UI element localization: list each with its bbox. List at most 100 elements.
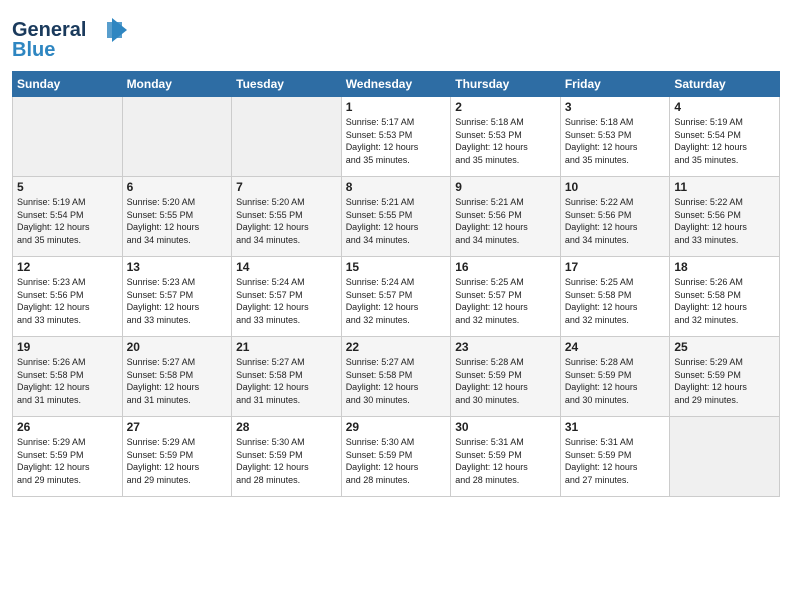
calendar-cell (232, 97, 342, 177)
day-info: Sunrise: 5:25 AM Sunset: 5:57 PM Dayligh… (455, 276, 556, 326)
day-info: Sunrise: 5:22 AM Sunset: 5:56 PM Dayligh… (674, 196, 775, 246)
day-info: Sunrise: 5:29 AM Sunset: 5:59 PM Dayligh… (674, 356, 775, 406)
header-row: SundayMondayTuesdayWednesdayThursdayFrid… (13, 72, 780, 97)
day-number: 14 (236, 260, 337, 274)
calendar-cell: 2 Sunrise: 5:18 AM Sunset: 5:53 PM Daylig… (451, 97, 561, 177)
calendar-cell (670, 417, 780, 497)
calendar-cell: 17 Sunrise: 5:25 AM Sunset: 5:58 PM Dayli… (560, 257, 670, 337)
day-number: 24 (565, 340, 666, 354)
calendar-week-row: 5Sunrise: 5:19 AM Sunset: 5:54 PM Daylig… (13, 177, 780, 257)
day-number: 7 (236, 180, 337, 194)
header-day: Monday (122, 72, 232, 97)
calendar-cell: 13Sunrise: 5:23 AM Sunset: 5:57 PM Dayli… (122, 257, 232, 337)
svg-text:Blue: Blue (12, 39, 55, 58)
calendar-cell: 16 Sunrise: 5:25 AM Sunset: 5:57 PM Dayli… (451, 257, 561, 337)
day-info: Sunrise: 5:20 AM Sunset: 5:55 PM Dayligh… (236, 196, 337, 246)
day-info: Sunrise: 5:18 AM Sunset: 5:53 PM Dayligh… (565, 116, 666, 166)
calendar-cell: 9Sunrise: 5:21 AM Sunset: 5:56 PM Daylig… (451, 177, 561, 257)
day-info: Sunrise: 5:26 AM Sunset: 5:58 PM Dayligh… (17, 356, 118, 406)
day-info: Sunrise: 5:19 AM Sunset: 5:54 PM Dayligh… (17, 196, 118, 246)
calendar-cell: 8 Sunrise: 5:21 AM Sunset: 5:55 PM Daylig… (341, 177, 451, 257)
calendar-cell: 23 Sunrise: 5:28 AM Sunset: 5:59 PM Dayli… (451, 337, 561, 417)
svg-text:General: General (12, 19, 86, 41)
logo-text: General Blue (12, 14, 132, 63)
day-info: Sunrise: 5:23 AM Sunset: 5:56 PM Dayligh… (17, 276, 118, 326)
day-info: Sunrise: 5:30 AM Sunset: 5:59 PM Dayligh… (236, 436, 337, 486)
day-number: 31 (565, 420, 666, 434)
calendar-week-row: 12Sunrise: 5:23 AM Sunset: 5:56 PM Dayli… (13, 257, 780, 337)
calendar-cell: 12Sunrise: 5:23 AM Sunset: 5:56 PM Dayli… (13, 257, 123, 337)
day-number: 30 (455, 420, 556, 434)
calendar-container: General Blue SundayMondayTuesdayWednesda… (0, 0, 792, 612)
header-day: Saturday (670, 72, 780, 97)
calendar-cell: 19 Sunrise: 5:26 AM Sunset: 5:58 PM Dayli… (13, 337, 123, 417)
day-info: Sunrise: 5:28 AM Sunset: 5:59 PM Dayligh… (565, 356, 666, 406)
calendar-cell: 10Sunrise: 5:22 AM Sunset: 5:56 PM Dayli… (560, 177, 670, 257)
calendar-cell: 28 Sunrise: 5:30 AM Sunset: 5:59 PM Dayli… (232, 417, 342, 497)
day-number: 27 (127, 420, 228, 434)
calendar-cell: 27 Sunrise: 5:29 AM Sunset: 5:59 PM Dayli… (122, 417, 232, 497)
day-info: Sunrise: 5:29 AM Sunset: 5:59 PM Dayligh… (127, 436, 228, 486)
day-number: 2 (455, 100, 556, 114)
day-number: 8 (346, 180, 447, 194)
calendar-cell: 21 Sunrise: 5:27 AM Sunset: 5:58 PM Dayli… (232, 337, 342, 417)
calendar-cell: 4 Sunrise: 5:19 AM Sunset: 5:54 PM Daylig… (670, 97, 780, 177)
day-info: Sunrise: 5:29 AM Sunset: 5:59 PM Dayligh… (17, 436, 118, 486)
day-info: Sunrise: 5:28 AM Sunset: 5:59 PM Dayligh… (455, 356, 556, 406)
day-number: 17 (565, 260, 666, 274)
header-day: Sunday (13, 72, 123, 97)
day-number: 15 (346, 260, 447, 274)
day-number: 18 (674, 260, 775, 274)
calendar-cell: 18 Sunrise: 5:26 AM Sunset: 5:58 PM Dayli… (670, 257, 780, 337)
calendar-cell: 11Sunrise: 5:22 AM Sunset: 5:56 PM Dayli… (670, 177, 780, 257)
day-info: Sunrise: 5:23 AM Sunset: 5:57 PM Dayligh… (127, 276, 228, 326)
day-number: 21 (236, 340, 337, 354)
day-info: Sunrise: 5:25 AM Sunset: 5:58 PM Dayligh… (565, 276, 666, 326)
day-info: Sunrise: 5:24 AM Sunset: 5:57 PM Dayligh… (346, 276, 447, 326)
calendar-cell: 25 Sunrise: 5:29 AM Sunset: 5:59 PM Dayli… (670, 337, 780, 417)
day-number: 19 (17, 340, 118, 354)
calendar-cell: 20 Sunrise: 5:27 AM Sunset: 5:58 PM Dayli… (122, 337, 232, 417)
calendar-header: SundayMondayTuesdayWednesdayThursdayFrid… (13, 72, 780, 97)
calendar-cell (122, 97, 232, 177)
calendar-table: SundayMondayTuesdayWednesdayThursdayFrid… (12, 71, 780, 497)
header: General Blue (12, 10, 780, 63)
calendar-cell: 3 Sunrise: 5:18 AM Sunset: 5:53 PM Daylig… (560, 97, 670, 177)
calendar-cell: 5Sunrise: 5:19 AM Sunset: 5:54 PM Daylig… (13, 177, 123, 257)
calendar-cell: 1 Sunrise: 5:17 AM Sunset: 5:53 PM Daylig… (341, 97, 451, 177)
header-day: Thursday (451, 72, 561, 97)
calendar-cell: 22Sunrise: 5:27 AM Sunset: 5:58 PM Dayli… (341, 337, 451, 417)
calendar-cell: 7 Sunrise: 5:20 AM Sunset: 5:55 PM Daylig… (232, 177, 342, 257)
calendar-body: 1 Sunrise: 5:17 AM Sunset: 5:53 PM Daylig… (13, 97, 780, 497)
day-info: Sunrise: 5:27 AM Sunset: 5:58 PM Dayligh… (236, 356, 337, 406)
calendar-cell (13, 97, 123, 177)
day-number: 3 (565, 100, 666, 114)
day-info: Sunrise: 5:31 AM Sunset: 5:59 PM Dayligh… (565, 436, 666, 486)
header-day: Friday (560, 72, 670, 97)
day-number: 26 (17, 420, 118, 434)
day-number: 23 (455, 340, 556, 354)
day-number: 20 (127, 340, 228, 354)
calendar-cell: 29Sunrise: 5:30 AM Sunset: 5:59 PM Dayli… (341, 417, 451, 497)
header-day: Wednesday (341, 72, 451, 97)
day-info: Sunrise: 5:27 AM Sunset: 5:58 PM Dayligh… (127, 356, 228, 406)
day-info: Sunrise: 5:26 AM Sunset: 5:58 PM Dayligh… (674, 276, 775, 326)
day-info: Sunrise: 5:17 AM Sunset: 5:53 PM Dayligh… (346, 116, 447, 166)
day-info: Sunrise: 5:18 AM Sunset: 5:53 PM Dayligh… (455, 116, 556, 166)
day-number: 22 (346, 340, 447, 354)
day-info: Sunrise: 5:21 AM Sunset: 5:55 PM Dayligh… (346, 196, 447, 246)
day-number: 6 (127, 180, 228, 194)
calendar-cell: 24 Sunrise: 5:28 AM Sunset: 5:59 PM Dayli… (560, 337, 670, 417)
day-number: 4 (674, 100, 775, 114)
day-number: 10 (565, 180, 666, 194)
calendar-week-row: 19 Sunrise: 5:26 AM Sunset: 5:58 PM Dayli… (13, 337, 780, 417)
day-number: 28 (236, 420, 337, 434)
day-info: Sunrise: 5:21 AM Sunset: 5:56 PM Dayligh… (455, 196, 556, 246)
day-info: Sunrise: 5:19 AM Sunset: 5:54 PM Dayligh… (674, 116, 775, 166)
day-number: 25 (674, 340, 775, 354)
calendar-cell: 26 Sunrise: 5:29 AM Sunset: 5:59 PM Dayli… (13, 417, 123, 497)
logo: General Blue (12, 14, 132, 63)
calendar-week-row: 1 Sunrise: 5:17 AM Sunset: 5:53 PM Daylig… (13, 97, 780, 177)
day-number: 1 (346, 100, 447, 114)
day-number: 16 (455, 260, 556, 274)
